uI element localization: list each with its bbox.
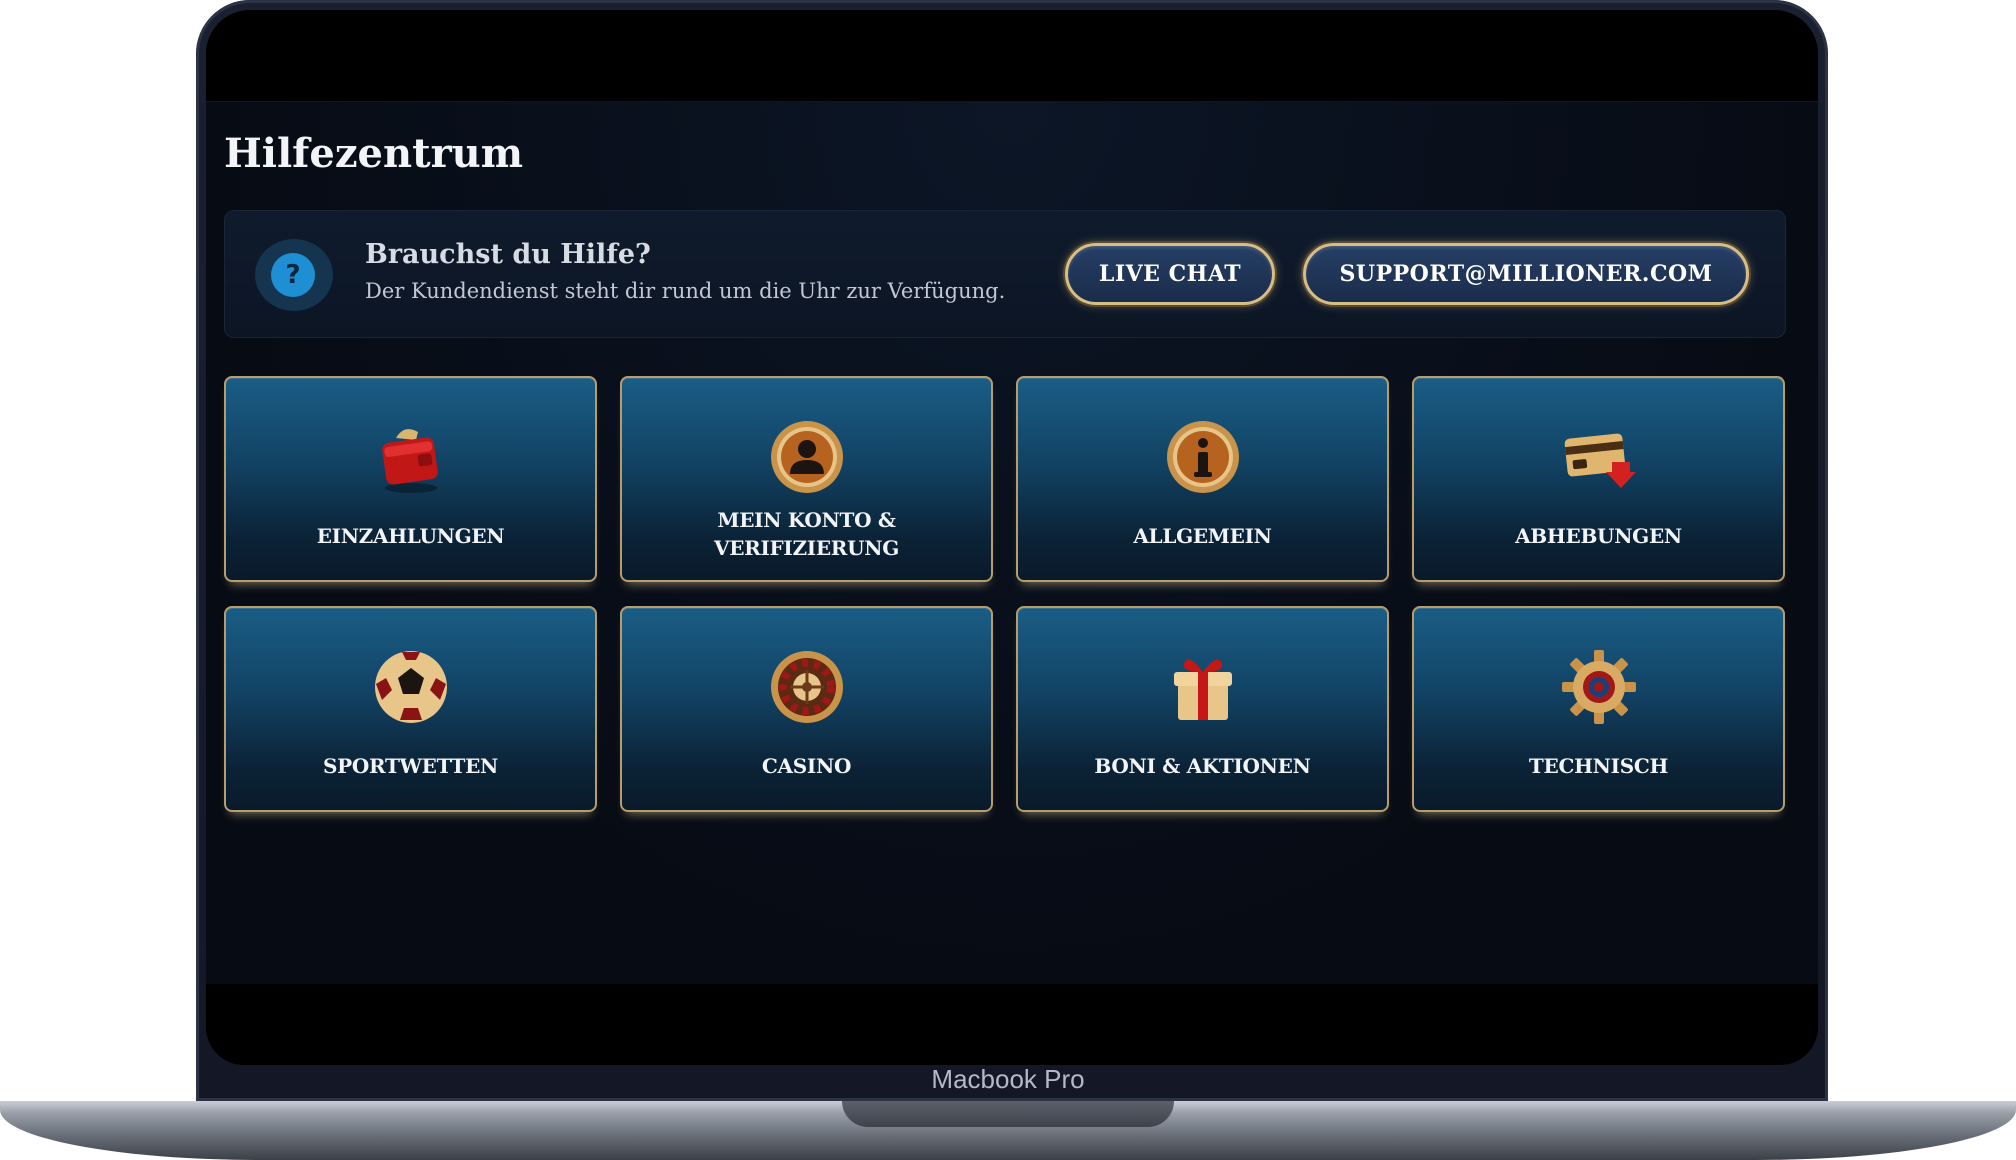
category-grid: EINZAHLUNGEN MEIN KONTO & VERIFIZIERUNG — [224, 376, 1786, 812]
category-tile-mein-konto[interactable]: MEIN KONTO & VERIFIZIERUNG — [620, 376, 993, 582]
category-label: MEIN KONTO & VERIFIZIERUNG — [622, 506, 991, 562]
help-banner: ? Brauchst du Hilfe? Der Kundendienst st… — [224, 210, 1786, 338]
category-label: BONI & AKTIONEN — [1094, 754, 1311, 778]
category-tile-sportwetten[interactable]: SPORTWETTEN — [224, 606, 597, 812]
gift-icon — [1173, 659, 1232, 720]
user-icon — [770, 421, 843, 493]
page-title: Hilfezentrum — [224, 130, 524, 177]
laptop-notch — [842, 1101, 1174, 1127]
category-label: CASINO — [761, 754, 852, 778]
live-chat-button[interactable]: LIVE CHAT — [1065, 243, 1275, 305]
category-tile-allgemein[interactable]: ALLGEMEIN — [1016, 376, 1389, 582]
roulette-icon — [770, 651, 843, 723]
category-tile-technisch[interactable]: TECHNISCH — [1412, 606, 1785, 812]
category-label-line-1: MEIN KONTO & — [717, 508, 896, 532]
info-icon — [1166, 421, 1239, 493]
help-banner-subtitle: Der Kundendienst steht dir rund um die U… — [365, 279, 1006, 303]
question-mark: ? — [271, 253, 315, 297]
screen-bottom-bar — [206, 984, 1818, 1065]
category-tile-boni[interactable]: BONI & AKTIONEN — [1016, 606, 1389, 812]
gear-icon — [1561, 650, 1636, 724]
category-label-line-2: VERIFIZIERUNG — [713, 536, 900, 560]
screen-top-bar — [206, 10, 1818, 103]
question-circle-icon: ? — [255, 239, 333, 311]
category-tile-einzahlungen[interactable]: EINZAHLUNGEN — [224, 376, 597, 582]
help-center-app: Hilfezentrum ? Brauchst du Hilfe? Der Ku… — [206, 102, 1818, 984]
category-label: SPORTWETTEN — [322, 754, 499, 778]
category-tile-abhebungen[interactable]: ABHEBUNGEN — [1412, 376, 1785, 582]
category-label: TECHNISCH — [1528, 754, 1669, 778]
card-withdraw-icon — [1564, 433, 1636, 488]
soccer-ball-icon — [374, 651, 447, 723]
laptop-screen: Hilfezentrum ? Brauchst du Hilfe? Der Ku… — [206, 10, 1818, 1065]
category-label: EINZAHLUNGEN — [316, 524, 505, 548]
help-banner-title: Brauchst du Hilfe? — [365, 239, 651, 270]
category-label: ALLGEMEIN — [1133, 524, 1272, 548]
wallet-icon — [381, 429, 438, 493]
category-tile-casino[interactable]: CASINO — [620, 606, 993, 812]
category-label: ABHEBUNGEN — [1515, 524, 1682, 548]
device-label: Macbook Pro — [931, 1064, 1085, 1094]
support-email-button[interactable]: SUPPORT@MILLIONER.COM — [1303, 243, 1749, 305]
